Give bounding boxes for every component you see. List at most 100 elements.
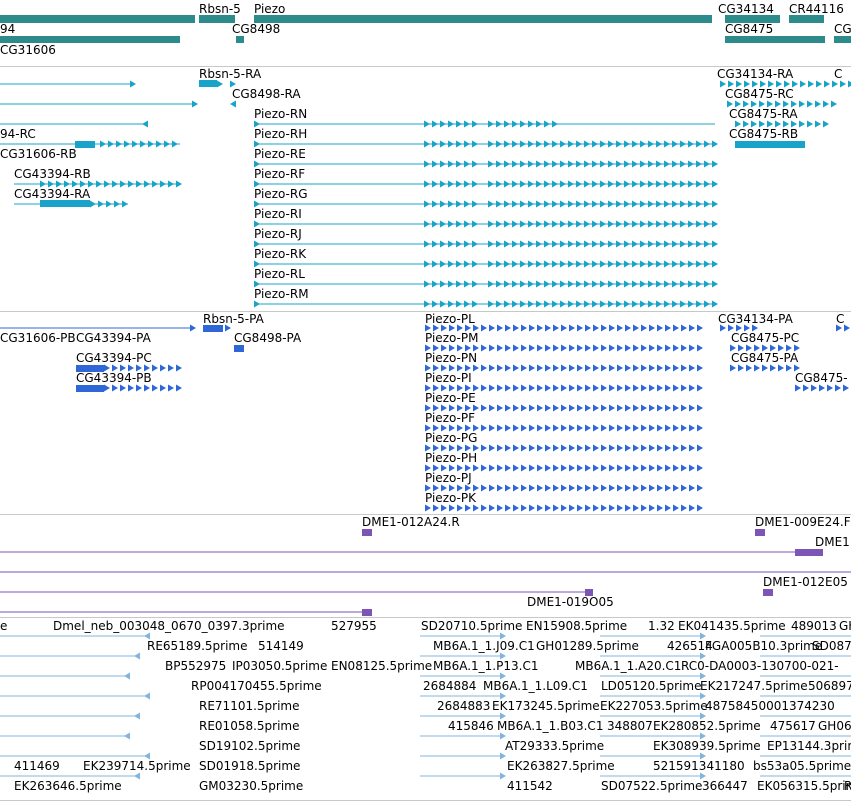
feature-glyph[interactable] (40, 200, 90, 207)
est-label[interactable]: IP03050.5prime (232, 659, 327, 673)
transcript-label[interactable]: Piezo-RL (254, 267, 305, 281)
protein-label[interactable]: CG8475-PA (731, 351, 798, 365)
feature-glyph[interactable] (763, 589, 773, 596)
gene-label[interactable]: 94 (0, 22, 15, 36)
est-label[interactable]: 2684883 (437, 699, 490, 713)
est-label[interactable]: RC0-DA0003-130700-021- (681, 659, 839, 673)
est-label[interactable]: RE01058.5prime (199, 719, 300, 733)
probe-label[interactable]: DME1-009E24.F (755, 515, 851, 529)
transcript-label[interactable]: CG8475-RA (729, 107, 798, 121)
est-label[interactable]: EN15908.5prime (526, 619, 627, 633)
est-label[interactable]: 489013 (791, 619, 837, 633)
feature-glyph[interactable] (234, 345, 244, 352)
gene-glyph[interactable] (236, 36, 244, 43)
est-label[interactable]: BP552975 (165, 659, 226, 673)
est-label[interactable]: MB6A.1_1.A20.C1 (575, 659, 681, 673)
est-label[interactable]: 1.32 (648, 619, 675, 633)
protein-label[interactable]: Piezo-PK (425, 491, 476, 505)
gene-glyph[interactable] (199, 15, 235, 23)
est-label[interactable]: RE65189.5prime (147, 639, 248, 653)
transcript-label[interactable]: Piezo-RG (254, 187, 308, 201)
transcript-label[interactable]: 94-RC (0, 127, 36, 141)
feature-glyph[interactable] (76, 385, 104, 392)
est-label[interactable]: EK056315.5prime (757, 779, 851, 793)
protein-label[interactable]: CG8475-PC (731, 331, 799, 345)
gene-label[interactable]: CG8498 (232, 22, 280, 36)
est-label[interactable]: 48758450001374230 (705, 699, 835, 713)
est-label[interactable]: RE71101.5prime (199, 699, 300, 713)
protein-label[interactable]: Piezo-PL (425, 312, 475, 326)
est-label[interactable]: AT29333.5prime (505, 739, 604, 753)
gene-label[interactable]: CG8475 (725, 22, 773, 36)
est-label[interactable]: SD01918.5prime (199, 759, 300, 773)
probe-label[interactable]: DME1 (815, 535, 850, 549)
transcript-label[interactable]: Piezo-RM (254, 287, 309, 301)
est-label[interactable]: SD20710.5prime (421, 619, 522, 633)
protein-label[interactable]: Piezo-PJ (425, 471, 472, 485)
est-label[interactable]: EK227053.5prime (600, 699, 708, 713)
est-label[interactable]: 514149 (258, 639, 304, 653)
est-label[interactable]: MB6A.1_1.P13.C1 (433, 659, 538, 673)
feature-glyph[interactable] (735, 141, 805, 148)
est-label[interactable]: EK239714.5prime (83, 759, 191, 773)
est-label[interactable]: 2684884 (423, 679, 476, 693)
est-label[interactable]: EP13144.3prime (767, 739, 851, 753)
transcript-label[interactable]: CG8475-RC (725, 87, 794, 101)
est-label[interactable]: MB6A.1_1.L09.C1 (483, 679, 588, 693)
protein-label[interactable]: CG8475- (795, 371, 848, 385)
est-label[interactable]: FGA005B10.3prime (705, 639, 822, 653)
protein-label[interactable]: C (836, 312, 844, 326)
transcript-label[interactable]: CG31606-RB (0, 147, 77, 161)
gene-glyph[interactable] (0, 15, 195, 23)
transcript-label[interactable]: Piezo-RF (254, 167, 305, 181)
protein-label[interactable]: CG34134-PA (718, 312, 793, 326)
est-label[interactable]: bs53a05.5prime (753, 759, 851, 773)
transcript-label[interactable]: Piezo-RN (254, 107, 307, 121)
gene-label[interactable]: Rbsn-5 (199, 2, 241, 16)
feature-glyph[interactable] (362, 529, 372, 536)
est-label[interactable]: EK263646.5prime (14, 779, 122, 793)
gene-glyph[interactable] (254, 15, 712, 23)
protein-label[interactable]: Piezo-PM (425, 331, 478, 345)
est-label[interactable]: 527955 (331, 619, 377, 633)
protein-label[interactable]: CG8498-PA (234, 331, 301, 345)
est-label[interactable]: GH06 (818, 719, 851, 733)
transcript-label[interactable]: Piezo-RK (254, 247, 306, 261)
transcript-label[interactable]: CG8475-RB (729, 127, 798, 141)
gene-label[interactable]: CR44116 (789, 2, 844, 16)
est-label[interactable]: 348807 (607, 719, 653, 733)
gene-glyph[interactable] (789, 15, 824, 23)
est-label[interactable]: SD07522.5prime (601, 779, 702, 793)
est-label[interactable]: EK263827.5prime (507, 759, 615, 773)
est-label[interactable]: EK217247.5prime (700, 679, 808, 693)
est-label[interactable]: MB6A.1_1.B03.C1 (497, 719, 603, 733)
est-label[interactable]: EK308939.5prime (653, 739, 761, 753)
transcript-label[interactable]: Rbsn-5-RA (199, 67, 261, 81)
protein-label[interactable]: Rbsn-5-PA (203, 312, 264, 326)
transcript-label[interactable]: CG43394-RB (14, 167, 91, 181)
protein-label[interactable]: CG31606-PB (0, 331, 76, 345)
est-label[interactable]: Dmel_neb_003048_0670_0397.3prime (53, 619, 285, 633)
transcript-label[interactable]: Piezo-RJ (254, 227, 302, 241)
est-label[interactable]: GM03230.5prime (199, 779, 303, 793)
gene-label[interactable]: CG31606 (0, 43, 56, 57)
transcript-label[interactable]: Piezo-RH (254, 127, 307, 141)
feature-glyph[interactable] (75, 141, 95, 148)
protein-label[interactable]: Piezo-PE (425, 391, 476, 405)
transcript-label[interactable]: Piezo-RE (254, 147, 306, 161)
est-label[interactable]: RP004170455.5prime (191, 679, 322, 693)
est-label[interactable]: 411542 (507, 779, 553, 793)
protein-label[interactable]: Piezo-PG (425, 431, 477, 445)
est-label[interactable]: SD087 (812, 639, 851, 653)
est-label[interactable]: GH (839, 619, 851, 633)
est-label[interactable]: 506897 (808, 679, 851, 693)
est-label[interactable]: EN08125.5prime (331, 659, 432, 673)
gene-glyph[interactable] (0, 36, 180, 43)
protein-label[interactable]: Piezo-PF (425, 411, 475, 425)
est-label[interactable]: 366447 (702, 779, 748, 793)
est-label[interactable]: R (844, 779, 851, 793)
gene-label[interactable]: CG (834, 22, 851, 36)
est-label[interactable]: SD19102.5prime (199, 739, 300, 753)
gene-glyph[interactable] (834, 36, 851, 43)
feature-glyph[interactable] (755, 529, 765, 536)
